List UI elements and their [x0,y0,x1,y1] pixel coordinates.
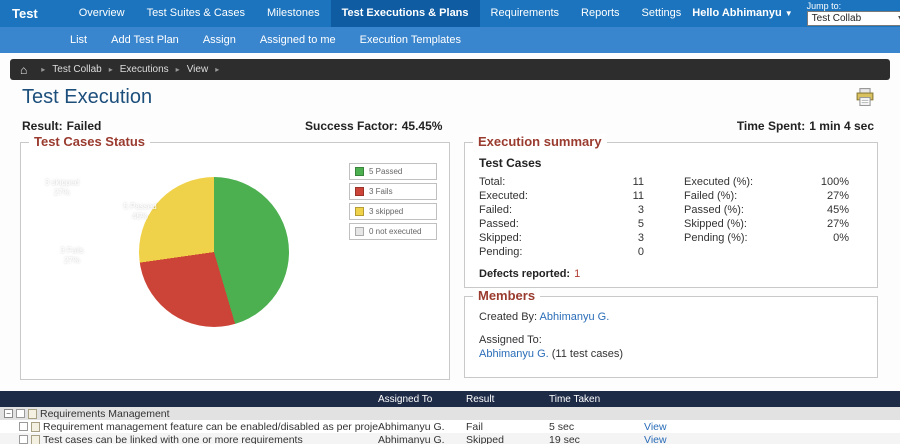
test-case-name[interactable]: Test cases can be linked with one or mor… [43,434,303,444]
view-link[interactable]: View [644,434,667,444]
legend-item-skipped: 3 skipped [349,203,437,220]
subnav-assign[interactable]: Assign [191,27,248,53]
execution-summary-panel: Execution summary Test Cases Total: 11 Ex… [464,134,878,288]
panel-title: Execution summary [473,134,607,149]
breadcrumb-view[interactable]: View [187,64,209,75]
result-value: Failed [66,119,102,133]
summary-percentages: Executed (%): 100% Failed (%): 27% Passed … [684,176,849,244]
app-logo[interactable]: Test Collab [0,0,68,48]
success-factor-label: Success Factor: [305,119,398,133]
breadcrumb-test-collab[interactable]: Test Collab [52,64,101,75]
members-panel: Members Created By: Abhimanyu G. Assigne… [464,288,878,378]
summary-counts: Total: 11 Executed: 11 Failed: 3 Passed: 5 S… [479,176,644,258]
main-tabs: Overview Test Suites & Cases Milestones … [68,0,693,32]
home-icon[interactable]: ⌂ [20,63,27,77]
breadcrumb-executions[interactable]: Executions [120,64,169,75]
breadcrumb-separator-icon: ▸ [41,65,46,74]
table-header: Assigned To Result Time Taken [0,391,900,407]
pie-label-skipped: 3 skipped 27% [44,178,80,197]
header-result: Result [466,393,495,405]
page-title: Test Execution [22,86,153,108]
tab-overview[interactable]: Overview [68,0,136,27]
defects-reported: Defects reported: 1 [479,268,581,280]
legend-swatch-skipped [355,207,364,216]
tab-test-suites-cases[interactable]: Test Suites & Cases [136,0,256,27]
group-checkbox[interactable] [16,409,25,418]
pie-label-passed: 5 Passed 45% [123,202,157,221]
jump-to: Jump to: Test Collab ▼ [806,1,900,27]
suite-name: Requirements Management [40,407,170,420]
subnav-assigned-to-me[interactable]: Assigned to me [248,27,348,53]
chart-legend: 5 Passed 3 Fails 3 skipped 0 not execute… [349,163,437,243]
greeting-text: Hello Abhimanyu [692,7,782,19]
assigned-to-user-link[interactable]: Abhimanyu G. [479,348,549,360]
sub-nav: List Add Test Plan Assign Assigned to me… [0,27,900,53]
success-factor: Success Factor: 45.45% [305,119,446,133]
assigned-to-suffix: (11 test cases) [551,348,624,360]
time-spent-value: 1 min 4 sec [809,119,874,133]
breadcrumb-separator-icon: ▸ [108,65,113,74]
view-link[interactable]: View [644,421,667,433]
header-assigned-to: Assigned To [378,393,433,405]
tab-milestones[interactable]: Milestones [256,0,331,27]
test-cases-status-panel: Test Cases Status 5 Passed 45% 3 Fails 27%… [20,134,450,380]
jump-to-select[interactable]: Test Collab ▼ [806,11,900,26]
table-row: Test cases can be linked with one or mor… [0,433,900,444]
time-spent-label: Time Spent: [736,119,806,133]
success-factor-value: 45.45% [401,119,443,133]
jump-to-value: Test Collab [811,13,862,24]
chevron-down-icon: ▼ [784,9,793,18]
print-icon[interactable] [856,88,874,106]
tab-settings[interactable]: Settings [631,0,693,27]
assigned-to-label: Assigned To: [479,334,542,346]
panel-title: Members [473,288,541,303]
table-row: Requirement management feature can be en… [0,420,900,433]
created-by-user-link[interactable]: Abhimanyu G. [540,311,610,323]
row-checkbox[interactable] [19,422,28,431]
legend-item-passed: 5 Passed [349,163,437,180]
test-case-icon [31,421,40,432]
breadcrumb-separator-icon: ▸ [215,65,220,74]
cell-result: Skipped [466,433,504,444]
jump-to-label: Jump to: [806,1,842,11]
pie-chart [139,177,289,327]
breadcrumb: ⌂ ▸ Test Collab ▸ Executions ▸ View ▸ [10,59,890,80]
subnav-list[interactable]: List [58,27,99,53]
cell-assigned: Abhimanyu G. [378,420,445,433]
tab-reports[interactable]: Reports [570,0,631,27]
test-case-name[interactable]: Requirement management feature can be en… [43,421,378,433]
assigned-to-row: Assigned To: Abhimanyu G. (11 test cases… [479,333,863,361]
created-by-row: Created By: Abhimanyu G. [479,310,863,324]
panel-title: Test Cases Status [29,134,151,149]
user-menu[interactable]: Hello Abhimanyu ▼ [692,0,792,27]
cell-assigned: Abhimanyu G. [378,433,445,444]
subnav-add-test-plan[interactable]: Add Test Plan [99,27,191,53]
legend-item-fails: 3 Fails [349,183,437,200]
summary-section-title: Test Cases [479,156,542,170]
row-checkbox[interactable] [19,435,28,444]
tab-test-executions-plans[interactable]: Test Executions & Plans [330,0,480,32]
time-spent: Time Spent: 1 min 4 sec [737,119,878,133]
suite-icon [28,408,37,419]
legend-item-not-executed: 0 not executed [349,223,437,240]
test-cases-table: Assigned To Result Time Taken − Requirem… [0,391,900,444]
header-time-taken: Time Taken [549,393,601,405]
result-status: Result: Failed [22,119,105,133]
top-nav: Test Collab Overview Test Suites & Cases… [0,0,900,48]
table-group-row: − Requirements Management [0,407,900,420]
test-case-icon [31,434,40,444]
cell-time: 19 sec [549,433,580,444]
tab-requirements[interactable]: Requirements [480,0,570,27]
cell-result: Fail [466,420,483,433]
collapse-toggle-icon[interactable]: − [4,409,13,418]
breadcrumb-separator-icon: ▸ [175,65,180,74]
legend-swatch-not-executed [355,227,364,236]
pie-label-fails: 3 Fails 27% [60,246,84,265]
legend-swatch-fails [355,187,364,196]
result-label: Result: [22,119,63,133]
created-by-label: Created By: [479,311,538,323]
cell-time: 5 sec [549,420,575,433]
legend-swatch-passed [355,167,364,176]
subnav-execution-templates[interactable]: Execution Templates [348,27,473,53]
